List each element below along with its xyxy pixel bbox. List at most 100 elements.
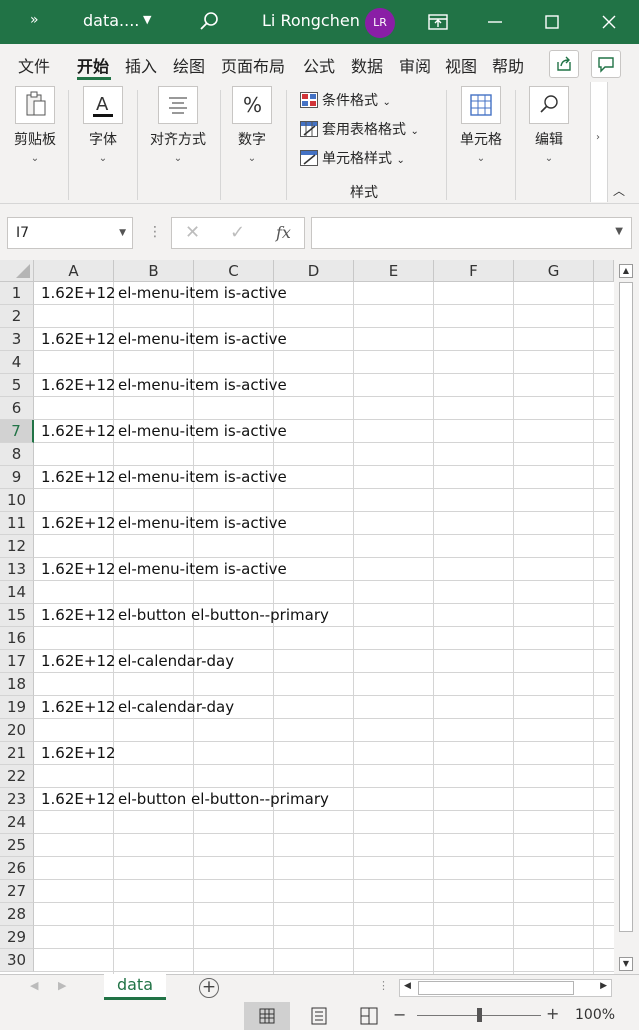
row-header[interactable]: 16 — [0, 627, 34, 650]
quick-access-expand-button[interactable]: » — [30, 12, 39, 28]
column-header[interactable]: F — [434, 260, 514, 282]
cell-a3[interactable]: 1.62E+12 — [41, 330, 116, 348]
sheet-tab-data[interactable]: data — [104, 974, 166, 1000]
scroll-down-icon[interactable]: ▼ — [619, 957, 633, 971]
scroll-thumb[interactable] — [418, 981, 574, 995]
cell-b5[interactable]: el-menu-item is-active — [118, 376, 287, 394]
column-header[interactable]: C — [194, 260, 274, 282]
row-header[interactable]: 7 — [0, 420, 34, 443]
cell-b3[interactable]: el-menu-item is-active — [118, 330, 287, 348]
row-header[interactable]: 14 — [0, 581, 34, 604]
minimize-icon[interactable] — [483, 10, 507, 34]
cell-a1[interactable]: 1.62E+12 — [41, 284, 116, 302]
scroll-left-icon[interactable]: ◀ — [404, 981, 411, 991]
row-header[interactable]: 6 — [0, 397, 34, 420]
cell-a19[interactable]: 1.62E+12 — [41, 698, 116, 716]
font-group[interactable]: A 字体 ⌄ — [80, 86, 126, 164]
tab-formulas[interactable]: 公式 — [303, 53, 335, 77]
editing-group[interactable]: 编辑 ⌄ — [527, 86, 571, 164]
close-icon[interactable] — [597, 10, 621, 34]
cell-b17[interactable]: el-calendar-day — [118, 652, 234, 670]
row-header[interactable]: 20 — [0, 719, 34, 742]
collapse-ribbon-button[interactable]: ︿ — [613, 182, 625, 199]
chevron-down-icon[interactable]: ▼ — [615, 226, 623, 237]
scroll-right-icon[interactable]: ▶ — [600, 981, 607, 991]
row-header[interactable]: 2 — [0, 305, 34, 328]
cell-b13[interactable]: el-menu-item is-active — [118, 560, 287, 578]
worksheet-grid[interactable]: ABCDEFG 1 2 3 4 5 6 7 8 9 10 11 12 13 14 15 16 17 18 19 20 2… — [0, 260, 614, 974]
cell-a15[interactable]: 1.62E+12 — [41, 606, 116, 624]
cell-b15[interactable]: el-button el-button--primary — [118, 606, 329, 624]
cells-group[interactable]: 单元格 ⌄ — [456, 86, 506, 164]
row-header[interactable]: 23 — [0, 788, 34, 811]
page-layout-view-button[interactable] — [296, 1002, 342, 1030]
cell-a9[interactable]: 1.62E+12 — [41, 468, 116, 486]
tab-data[interactable]: 数据 — [351, 53, 383, 77]
cell-a23[interactable]: 1.62E+12 — [41, 790, 116, 808]
column-header[interactable]: A — [34, 260, 114, 282]
tab-view[interactable]: 视图 — [445, 53, 477, 77]
ribbon-display-options-icon[interactable] — [426, 10, 450, 34]
row-header[interactable]: 18 — [0, 673, 34, 696]
column-header[interactable]: B — [114, 260, 194, 282]
normal-view-button[interactable] — [244, 1002, 290, 1030]
cell-b23[interactable]: el-button el-button--primary — [118, 790, 329, 808]
cancel-icon[interactable]: ✕ — [185, 222, 200, 243]
cell-a7[interactable]: 1.62E+12 — [41, 422, 116, 440]
row-header[interactable]: 9 — [0, 466, 34, 489]
row-header[interactable]: 13 — [0, 558, 34, 581]
alignment-group[interactable]: 对齐方式 ⌄ — [145, 86, 211, 164]
row-header[interactable]: 4 — [0, 351, 34, 374]
enter-icon[interactable]: ✓ — [230, 222, 245, 243]
ribbon-scroll-button[interactable]: › — [590, 82, 608, 202]
row-header[interactable]: 12 — [0, 535, 34, 558]
vertical-scrollbar[interactable]: ▲ ▼ — [614, 260, 639, 974]
tab-draw[interactable]: 绘图 — [173, 53, 205, 77]
chevron-down-icon[interactable]: ▼ — [143, 13, 151, 26]
row-header[interactable]: 19 — [0, 696, 34, 719]
page-break-view-button[interactable] — [346, 1002, 392, 1030]
clipboard-group[interactable]: 剪贴板 ⌄ — [10, 86, 60, 164]
zoom-slider-thumb[interactable] — [477, 1008, 482, 1022]
tab-review[interactable]: 审阅 — [399, 53, 431, 77]
cell-b11[interactable]: el-menu-item is-active — [118, 514, 287, 532]
row-header[interactable]: 22 — [0, 765, 34, 788]
column-header[interactable] — [594, 260, 614, 282]
format-as-table-button[interactable]: 套用表格格式 ⌄ — [300, 119, 419, 139]
cell-a5[interactable]: 1.62E+12 — [41, 376, 116, 394]
add-sheet-icon[interactable]: + — [199, 978, 219, 998]
row-header[interactable]: 26 — [0, 857, 34, 880]
column-header[interactable]: E — [354, 260, 434, 282]
row-header[interactable]: 15 — [0, 604, 34, 627]
row-header[interactable]: 25 — [0, 834, 34, 857]
search-icon[interactable] — [198, 10, 220, 32]
tab-page-layout[interactable]: 页面布局 — [221, 53, 285, 77]
name-box[interactable]: I7 ▼ — [7, 217, 133, 249]
cell-a21[interactable]: 1.62E+12 — [41, 744, 116, 762]
share-button[interactable] — [549, 50, 579, 78]
insert-function-icon[interactable]: fx — [276, 223, 291, 242]
avatar[interactable]: LR — [365, 8, 395, 38]
cell-b7[interactable]: el-menu-item is-active — [118, 422, 287, 440]
row-header[interactable]: 24 — [0, 811, 34, 834]
resize-handle-icon[interactable]: ⋮ — [148, 224, 162, 240]
select-all-button[interactable] — [0, 260, 34, 282]
column-header[interactable]: D — [274, 260, 354, 282]
row-header[interactable]: 11 — [0, 512, 34, 535]
row-header[interactable]: 1 — [0, 282, 34, 305]
maximize-icon[interactable] — [540, 10, 564, 34]
user-name[interactable]: Li Rongchen — [262, 11, 360, 30]
row-header[interactable]: 17 — [0, 650, 34, 673]
column-header[interactable]: G — [514, 260, 594, 282]
row-header[interactable]: 5 — [0, 374, 34, 397]
cell-b9[interactable]: el-menu-item is-active — [118, 468, 287, 486]
formula-input[interactable]: ▼ — [311, 217, 632, 249]
cell-a13[interactable]: 1.62E+12 — [41, 560, 116, 578]
conditional-formatting-button[interactable]: 条件格式 ⌄ — [300, 90, 391, 110]
tab-insert[interactable]: 插入 — [125, 53, 157, 77]
cell-b19[interactable]: el-calendar-day — [118, 698, 234, 716]
zoom-in-button[interactable]: + — [546, 1004, 559, 1023]
zoom-out-button[interactable]: − — [393, 1005, 406, 1024]
tab-help[interactable]: 帮助 — [492, 53, 524, 77]
resize-handle-icon[interactable]: ⋮ — [378, 979, 389, 992]
